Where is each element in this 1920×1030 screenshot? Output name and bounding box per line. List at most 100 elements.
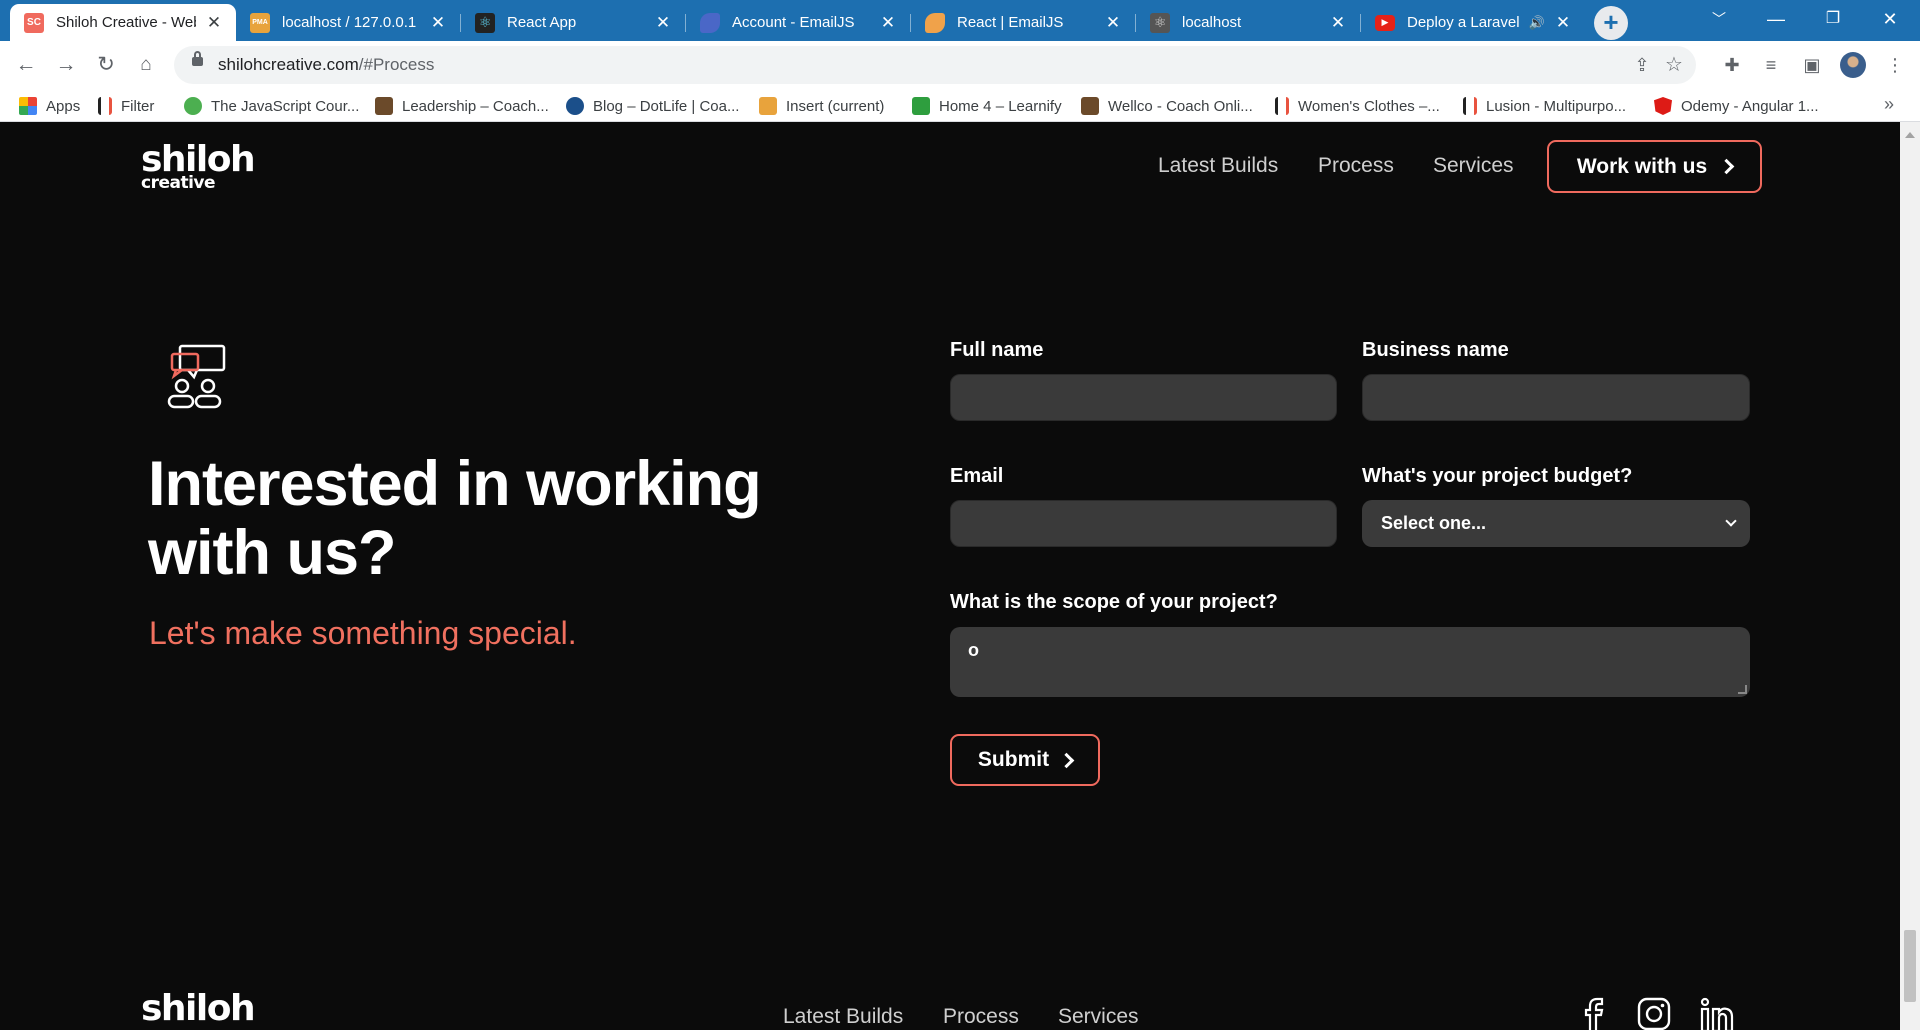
email-input[interactable] [950, 500, 1337, 547]
site-logo[interactable]: shiloh creative [141, 142, 256, 192]
bookmark-javascript-course[interactable]: The JavaScript Cour... [184, 96, 359, 116]
nav-services[interactable]: Services [1433, 154, 1514, 178]
tab-account-emailjs[interactable]: Account - EmailJS ✕ [686, 4, 910, 41]
bookmark-label: Home 4 – Learnify [939, 97, 1062, 115]
close-tab-icon[interactable]: ✕ [204, 13, 224, 33]
business-name-label: Business name [1362, 339, 1509, 361]
home-icon[interactable]: ⌂ [130, 49, 162, 81]
work-with-us-button[interactable]: Work with us [1547, 140, 1762, 193]
close-window-icon[interactable]: ✕ [1863, 0, 1917, 41]
restore-icon[interactable]: ❐ [1806, 0, 1860, 41]
extensions-puzzle-icon[interactable]: ✚ [1719, 53, 1745, 79]
tab-title: React App [507, 14, 577, 31]
tab-title: Account - EmailJS [732, 14, 855, 31]
browser-toolbar: ← → ↻ ⌂ shilohcreative.com/#Process ⇪ ☆ … [0, 41, 1920, 89]
bookmark-label: Leadership – Coach... [402, 97, 549, 115]
footer-logo[interactable]: shiloh [141, 988, 256, 1029]
url-host: shilohcreative.com [218, 55, 359, 74]
lusion-favicon-icon [1463, 97, 1477, 115]
bookmark-label: Apps [46, 97, 81, 115]
close-tab-icon[interactable]: ✕ [1103, 13, 1123, 33]
address-bar[interactable]: shilohcreative.com/#Process ⇪ ☆ [174, 46, 1696, 84]
forward-arrow-icon[interactable]: → [50, 49, 82, 81]
phpmyadmin-favicon-icon: PMA [250, 12, 270, 33]
bookmark-wellco[interactable]: Wellco - Coach Onli... [1081, 96, 1253, 116]
page-scrollbar[interactable] [1900, 122, 1920, 1030]
bookmark-label: Insert (current) [786, 97, 885, 115]
tab-localhost-pma[interactable]: PMA localhost / 127.0.0.1 / ✕ [236, 4, 460, 41]
menu-kebab-icon[interactable]: ⋮ [1882, 53, 1908, 79]
chevron-down-icon [1725, 515, 1737, 527]
new-tab-button[interactable]: + [1594, 6, 1628, 40]
bookmark-lusion[interactable]: Lusion - Multipurpo... [1463, 96, 1626, 116]
minimize-icon[interactable]: — [1749, 0, 1803, 41]
hero-headline: Interested in working with us? [148, 449, 762, 588]
url-text: shilohcreative.com/#Process [218, 55, 434, 75]
tab-deploy-laravel[interactable]: ▶ Deploy a Laravel 🔊 ✕ [1361, 4, 1585, 41]
tab-strip: SC Shiloh Creative - Web ✕ PMA localhost… [0, 0, 1920, 41]
react-favicon-icon: ⚛ [475, 12, 495, 33]
tab-search-chevron-icon[interactable]: ﹀ [1692, 0, 1746, 41]
bookmark-filter[interactable]: Filter [98, 96, 154, 116]
back-arrow-icon[interactable]: ← [10, 49, 42, 81]
close-tab-icon[interactable]: ✕ [1328, 13, 1348, 33]
footer-nav-latest-builds[interactable]: Latest Builds [783, 1005, 903, 1029]
bookmark-label: Women's Clothes –... [1298, 97, 1440, 115]
bookmark-leadership-coach[interactable]: Leadership – Coach... [375, 96, 549, 116]
chevron-right-icon [1718, 158, 1735, 175]
full-name-input[interactable] [950, 374, 1337, 421]
bookmark-dotlife-blog[interactable]: Blog – DotLife | Coa... [566, 96, 739, 116]
nav-process[interactable]: Process [1318, 154, 1394, 178]
work-with-us-label: Work with us [1576, 154, 1708, 178]
scope-textarea[interactable]: o [950, 627, 1750, 697]
more-bookmarks-chevron-icon[interactable]: » [1884, 94, 1894, 115]
scrollbar-thumb[interactable] [1904, 930, 1916, 1002]
footer-nav-services[interactable]: Services [1058, 1005, 1139, 1029]
resize-grip-icon[interactable] [1738, 685, 1747, 694]
footer-nav-process[interactable]: Process [943, 1005, 1019, 1029]
footer-logo-word: shiloh [141, 988, 256, 1029]
close-tab-icon[interactable]: ✕ [878, 13, 898, 33]
budget-label: What's your project budget? [1362, 465, 1633, 487]
close-tab-icon[interactable]: ✕ [653, 13, 673, 33]
bookmark-insert-current[interactable]: Insert (current) [759, 96, 884, 116]
nav-latest-builds[interactable]: Latest Builds [1158, 154, 1278, 178]
business-name-input[interactable] [1362, 374, 1750, 421]
lock-icon [192, 51, 203, 66]
submit-label: Submit [977, 748, 1050, 771]
web-page: shiloh creative Latest Builds Process Se… [0, 122, 1900, 1030]
share-icon[interactable]: ⇪ [1630, 54, 1654, 78]
chevron-right-icon [1058, 752, 1075, 768]
tab-react-app[interactable]: ⚛ React App ✕ [461, 4, 685, 41]
youtube-favicon-icon: ▶ [1375, 14, 1395, 31]
bookmark-label: Filter [121, 97, 155, 115]
scroll-up-arrow-icon[interactable] [1905, 132, 1915, 138]
bookmark-star-icon[interactable]: ☆ [1662, 54, 1686, 78]
close-tab-icon[interactable]: ✕ [428, 13, 448, 33]
bookmark-odemy-angular[interactable]: Odemy - Angular 1... [1654, 96, 1819, 116]
side-panel-icon[interactable]: ▣ [1799, 53, 1825, 79]
submit-button[interactable]: Submit [950, 734, 1100, 786]
tab-localhost[interactable]: ⚛ localhost ✕ [1136, 4, 1360, 41]
full-name-label: Full name [950, 339, 1044, 361]
profile-avatar[interactable] [1840, 52, 1866, 78]
react-favicon-icon: ⚛ [1150, 12, 1170, 33]
tab-title: Deploy a Laravel [1407, 14, 1520, 31]
shiloh-favicon-icon: SC [24, 12, 44, 33]
budget-select[interactable]: Select one... [1362, 500, 1750, 547]
instagram-icon[interactable] [1637, 997, 1671, 1030]
reading-list-icon[interactable]: ≡ [1758, 53, 1784, 79]
bookmark-womens-clothes[interactable]: Women's Clothes –... [1275, 96, 1440, 116]
tab-title: localhost [1182, 14, 1242, 31]
tab-shiloh-creative[interactable]: SC Shiloh Creative - Web ✕ [10, 4, 236, 41]
linkedin-icon[interactable] [1700, 997, 1734, 1030]
reload-icon[interactable]: ↻ [90, 49, 122, 81]
close-tab-icon[interactable]: ✕ [1553, 13, 1573, 33]
bookmark-apps[interactable]: Apps [19, 96, 80, 116]
facebook-icon[interactable] [1576, 997, 1610, 1030]
tab-react-emailjs[interactable]: React | EmailJS ✕ [911, 4, 1135, 41]
bookmark-label: Wellco - Coach Onli... [1108, 97, 1253, 115]
bookmark-learnify[interactable]: Home 4 – Learnify [912, 96, 1062, 116]
learnify-favicon-icon [912, 97, 930, 115]
audio-playing-icon[interactable]: 🔊 [1529, 15, 1545, 31]
